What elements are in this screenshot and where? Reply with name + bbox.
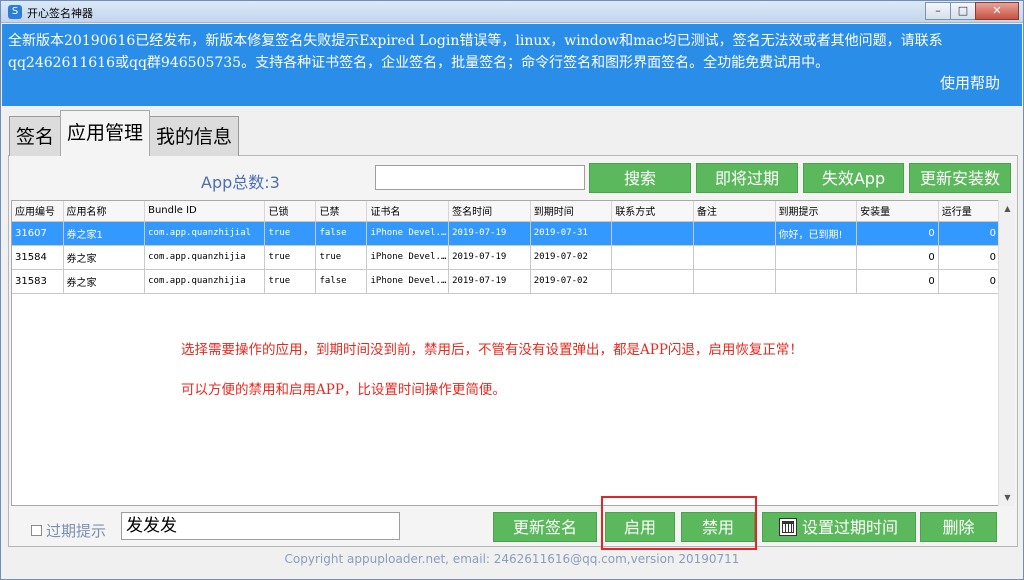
instruction-note-2: 可以方便的禁用和启用APP，比设置时间操作更简便。: [181, 382, 506, 398]
cell-contact: [611, 245, 694, 270]
cell-disabled: true: [315, 245, 368, 270]
column-header-certificate[interactable]: 证书名: [366, 201, 450, 222]
table-row[interactable]: 31584 券之家 com.app.quanzhijia true true i…: [12, 245, 999, 270]
set-expire-time-button[interactable]: 设置过期时间: [762, 512, 916, 542]
cell-runs: 0: [938, 245, 999, 270]
instruction-note-1: 选择需要操作的应用，到期时间没到前，禁用后，不管有没有设置弹出，都是APP闪退，…: [181, 342, 803, 358]
cell-bundle-id: com.app.quanzhijia: [144, 245, 266, 270]
scroll-down-icon[interactable]: ▼: [999, 489, 1016, 506]
cell-sign-time: 2019-07-19: [448, 269, 531, 294]
cell-contact: [611, 221, 694, 246]
scroll-up-icon[interactable]: ▲: [999, 200, 1016, 217]
column-header-expire-hint[interactable]: 到期提示: [775, 201, 858, 222]
cell-app-id: 31583: [12, 269, 64, 294]
cell-bundle-id: com.app.quanzhijia: [144, 269, 266, 294]
cell-remark: [693, 245, 776, 270]
column-header-contact[interactable]: 联系方式: [611, 201, 694, 222]
close-button[interactable]: ✕: [975, 2, 1019, 20]
cell-sign-time: 2019-07-19: [448, 245, 531, 270]
cell-app-name: 券之家: [63, 269, 146, 294]
cell-runs: 0: [938, 221, 999, 246]
cell-disabled: false: [315, 221, 368, 246]
column-header-runs[interactable]: 运行量: [938, 201, 999, 222]
cell-expire-time: 2019-07-02: [530, 245, 613, 270]
column-header-disabled[interactable]: 已禁: [315, 201, 368, 222]
announcement-text: 全新版本20190616已经发布，新版本修复签名失败提示Expired Logi…: [8, 30, 998, 74]
checkbox-icon[interactable]: [31, 525, 42, 536]
cell-sign-time: 2019-07-19: [448, 221, 531, 246]
column-header-app-id[interactable]: 应用编号: [12, 201, 64, 222]
cell-certificate: iPhone Devel...: [366, 245, 450, 270]
tab-sign[interactable]: 签名: [9, 116, 62, 156]
app-count-label: App总数:3: [201, 173, 280, 192]
expire-hint-input[interactable]: 发发发: [121, 512, 400, 540]
cell-locked: true: [264, 221, 317, 246]
table-row[interactable]: 31607 券之家1 com.app.quanzhijial true fals…: [12, 221, 999, 246]
expire-hint-label: 过期提示: [46, 522, 107, 540]
table-header: 应用编号 应用名称 Bundle ID 已锁 已禁 证书名 签名时间 到期时间 …: [12, 201, 999, 222]
window-controls: – □ ✕: [925, 2, 1019, 20]
calendar-icon: [778, 518, 797, 536]
cell-expire-time: 2019-07-02: [530, 269, 613, 294]
announcement-line-1: 全新版本20190616已经发布，新版本修复签名失败提示Expired Logi…: [8, 33, 943, 49]
disable-button[interactable]: 禁用: [681, 512, 755, 542]
cell-contact: [611, 269, 694, 294]
cell-installs: 0: [856, 221, 939, 246]
cell-remark: [693, 269, 776, 294]
column-header-sign-time[interactable]: 签名时间: [448, 201, 531, 222]
main-window: S 开心签名神器 – □ ✕ 全新版本20190616已经发布，新版本修复签名失…: [0, 0, 1024, 580]
expire-hint-checkbox[interactable]: 过期提示: [31, 520, 106, 541]
cell-app-id: 31584: [12, 245, 64, 270]
window-title: 开心签名神器: [27, 7, 93, 20]
table-row[interactable]: 31583 券之家 com.app.quanzhijia true false …: [12, 269, 999, 294]
cell-expire-hint: [775, 269, 858, 294]
column-header-bundle-id[interactable]: Bundle ID: [144, 201, 266, 222]
cell-expire-hint: 你好，已到期!: [775, 221, 858, 246]
search-input[interactable]: [375, 165, 585, 190]
set-expire-time-label: 设置过期时间: [801, 518, 898, 537]
cell-runs: 0: [938, 269, 999, 294]
cell-installs: 0: [856, 269, 939, 294]
tab-app-management[interactable]: 应用管理: [60, 110, 151, 156]
tab-bar: 签名 应用管理 我的信息: [9, 110, 240, 156]
app-logo-icon: S: [8, 5, 22, 19]
cell-locked: true: [264, 245, 317, 270]
enable-button[interactable]: 启用: [605, 512, 675, 542]
cell-app-name: 券之家1: [63, 221, 146, 246]
announcement-banner: 全新版本20190616已经发布，新版本修复签名失败提示Expired Logi…: [2, 24, 1022, 106]
cell-installs: 0: [856, 245, 939, 270]
cell-disabled: false: [315, 269, 368, 294]
cell-expire-time: 2019-07-31: [530, 221, 613, 246]
column-header-expire-time[interactable]: 到期时间: [530, 201, 613, 222]
cell-locked: true: [264, 269, 317, 294]
cell-app-id: 31607: [12, 221, 64, 246]
cell-remark: [693, 221, 776, 246]
footer-copyright: Copyright appuploader.net, email: 246261…: [284, 552, 740, 566]
invalid-app-button[interactable]: 失效App: [803, 163, 904, 193]
column-header-locked[interactable]: 已锁: [264, 201, 317, 222]
table-scrollbar[interactable]: ▲ ▼: [998, 200, 1015, 506]
update-sign-button[interactable]: 更新签名: [493, 512, 597, 542]
column-header-app-name[interactable]: 应用名称: [63, 201, 146, 222]
column-header-remark[interactable]: 备注: [693, 201, 776, 222]
announcement-line-2: qq2462611616或qq群946505735。支持各种证书签名，企业签名，…: [8, 55, 830, 71]
tab-my-info[interactable]: 我的信息: [149, 116, 240, 156]
update-installs-button[interactable]: 更新安装数: [909, 163, 1011, 193]
column-header-installs[interactable]: 安装量: [856, 201, 939, 222]
maximize-button[interactable]: □: [950, 2, 976, 20]
cell-bundle-id: com.app.quanzhijial: [144, 221, 266, 246]
expiring-soon-button[interactable]: 即将过期: [696, 163, 798, 193]
delete-button[interactable]: 删除: [920, 512, 997, 542]
minimize-button[interactable]: –: [925, 2, 951, 20]
search-button[interactable]: 搜索: [589, 163, 691, 193]
cell-certificate: iPhone Devel...: [366, 221, 450, 246]
title-bar[interactable]: S 开心签名神器 – □ ✕: [1, 1, 1023, 23]
help-link[interactable]: 使用帮助: [940, 72, 1000, 93]
cell-expire-hint: [775, 245, 858, 270]
cell-app-name: 券之家: [63, 245, 146, 270]
cell-certificate: iPhone Devel...: [366, 269, 450, 294]
